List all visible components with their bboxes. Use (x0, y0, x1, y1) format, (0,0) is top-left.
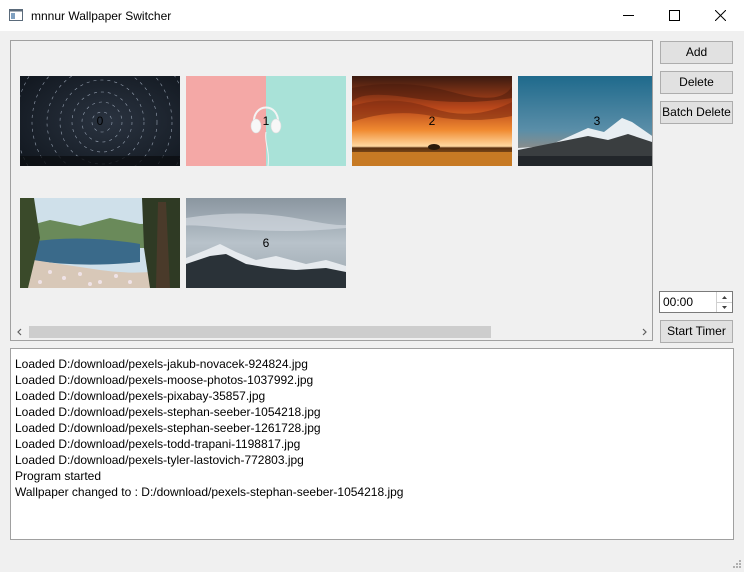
chevron-left-icon (17, 328, 22, 336)
horizontal-scrollbar[interactable] (12, 324, 652, 340)
title-bar[interactable]: mnnur Wallpaper Switcher (0, 0, 744, 31)
timer-value: 00:00 (663, 295, 694, 309)
thumbnail-label: 1 (262, 114, 270, 128)
window-title: mnnur Wallpaper Switcher (31, 9, 172, 23)
log-line: Loaded D:/download/pexels-stephan-seeber… (15, 421, 321, 435)
wallpaper-thumbnail[interactable]: 6 (186, 198, 346, 288)
close-button[interactable] (698, 0, 744, 31)
thumbnail-label: 3 (593, 114, 601, 128)
scroll-right-button[interactable] (636, 324, 652, 340)
log-line: Loaded D:/download/pexels-moose-photos-1… (15, 373, 314, 387)
maximize-button[interactable] (652, 0, 698, 31)
wallpaper-thumbnail[interactable]: 1 (186, 76, 346, 166)
log-line: Wallpaper changed to : D:/download/pexel… (15, 485, 404, 499)
scrollbar-thumb[interactable] (29, 326, 491, 338)
minimize-button[interactable] (606, 0, 652, 31)
app-window: mnnur Wallpaper Switcher 0 1 2 3 6 Add D… (0, 0, 744, 571)
log-line: Loaded D:/download/pexels-pixabay-35857.… (15, 389, 266, 403)
spin-down-button[interactable] (717, 302, 732, 312)
wallpaper-thumbnail[interactable]: 3 (518, 76, 652, 166)
thumbnail-label: 0 (96, 114, 104, 128)
wallpaper-thumbnail[interactable]: 0 (20, 76, 180, 166)
minimize-icon (623, 15, 634, 16)
add-button[interactable]: Add (660, 41, 733, 64)
wallpaper-thumbnail[interactable]: 2 (352, 76, 512, 166)
log-line: Loaded D:/download/pexels-stephan-seeber… (15, 405, 321, 419)
maximize-icon (669, 10, 680, 21)
start-timer-button[interactable]: Start Timer (660, 320, 733, 343)
arrow-down-icon (722, 306, 727, 309)
resize-grip-icon[interactable] (731, 558, 742, 569)
chevron-right-icon (642, 328, 647, 336)
log-line: Program started (15, 469, 102, 483)
spinbox-buttons (716, 292, 732, 312)
log-output[interactable]: Loaded D:/download/pexels-jakub-novacek-… (10, 348, 734, 540)
log-line: Loaded D:/download/pexels-todd-trapani-1… (15, 437, 301, 451)
wallpaper-gallery[interactable]: 0 1 2 3 6 (10, 40, 653, 341)
timer-spinbox[interactable]: 00:00 (659, 291, 733, 313)
wallpaper-thumbnail[interactable] (20, 198, 180, 288)
log-line: Loaded D:/download/pexels-tyler-lastovic… (15, 453, 304, 467)
thumbnail-label: 2 (428, 114, 436, 128)
log-line: Loaded D:/download/pexels-jakub-novacek-… (15, 357, 308, 371)
app-window-icon (9, 9, 23, 21)
alpine-lake-image (20, 198, 180, 288)
scroll-left-button[interactable] (12, 324, 28, 340)
thumbnail-label: 6 (262, 236, 270, 250)
close-icon (715, 10, 726, 21)
batch-delete-button[interactable]: Batch Delete (660, 101, 733, 124)
delete-button[interactable]: Delete (660, 71, 733, 94)
